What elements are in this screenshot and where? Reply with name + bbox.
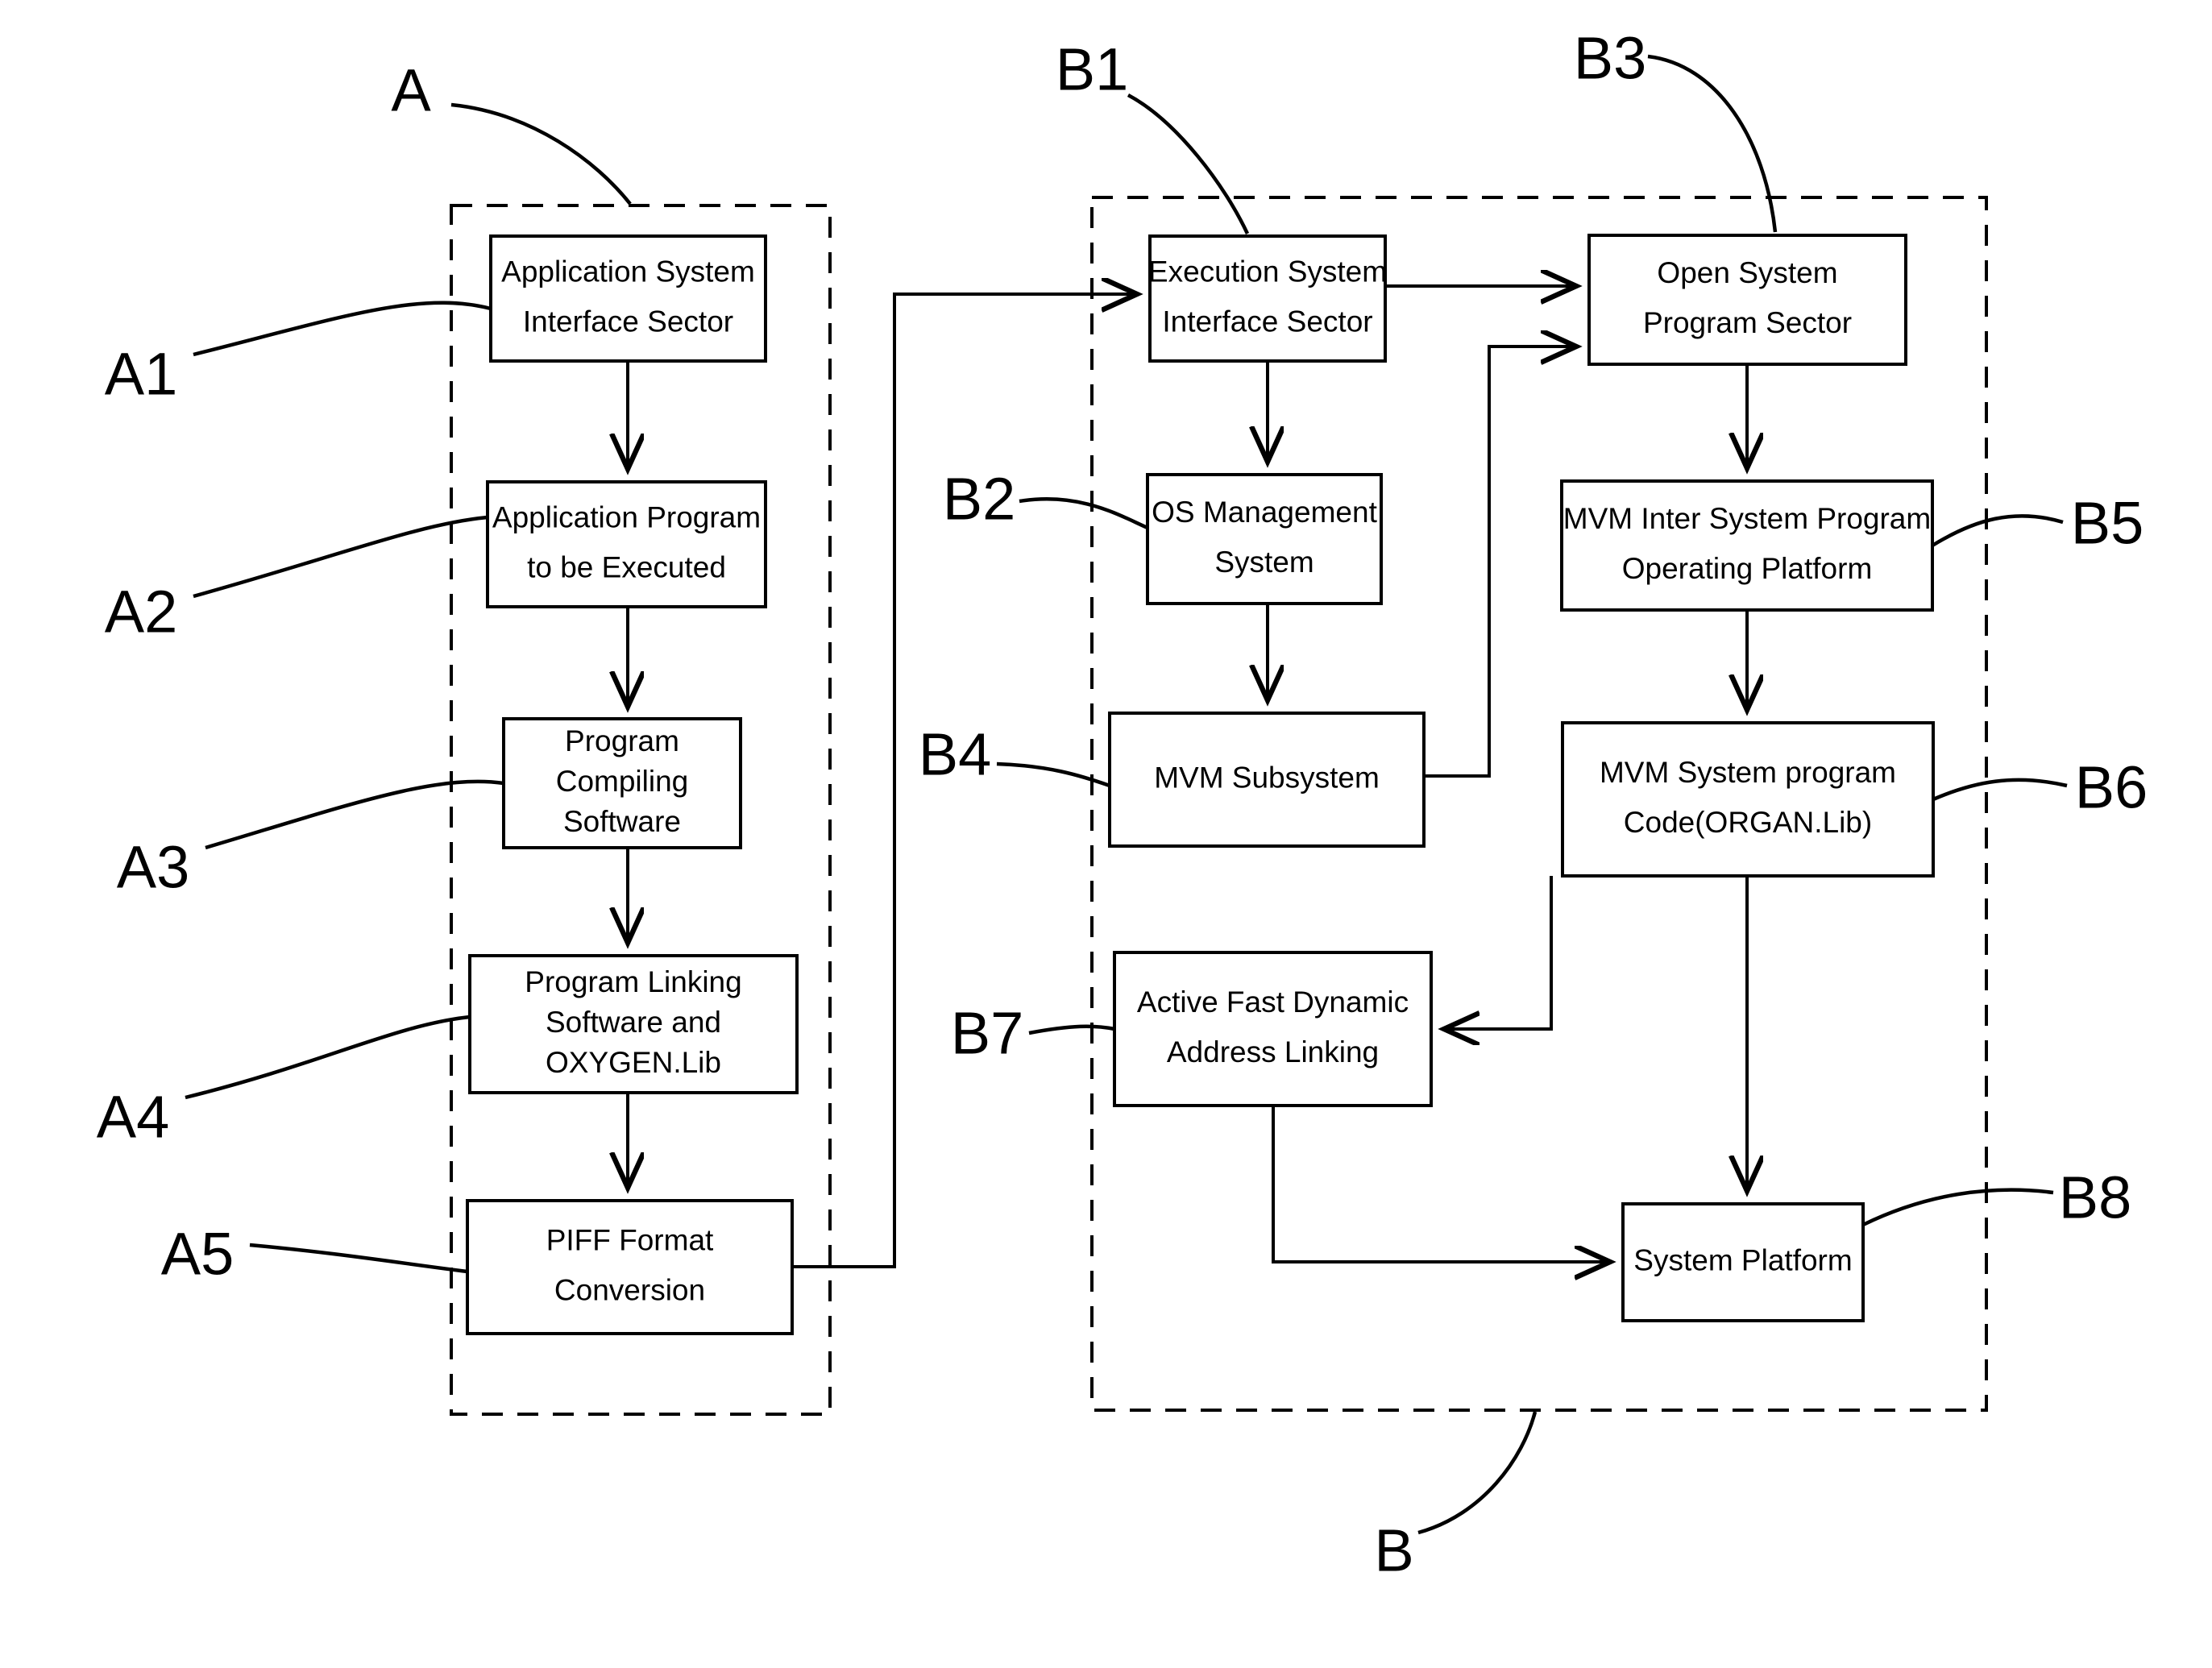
leader-B7-line: [1028, 1024, 1115, 1035]
leader-A3-line: [205, 779, 504, 850]
leader-B1-line: [1127, 93, 1250, 234]
box-b3-line-1: Open System: [1657, 256, 1837, 289]
ref-label-a1: A1: [105, 341, 178, 408]
ref-label-b2: B2: [943, 466, 1016, 533]
box-a2-line-2: to be Executed: [527, 550, 726, 583]
box-a4-line-1: Program Linking: [525, 965, 741, 998]
box-b2[interactable]: [1146, 473, 1383, 605]
ref-label-b6: B6: [2075, 754, 2148, 821]
box-a5-line-2: Conversion: [554, 1273, 705, 1306]
box-b1-line-1: Execution System: [1148, 255, 1387, 288]
ref-label-b3: B3: [1574, 25, 1647, 92]
box-a1-line-2: Interface Sector: [523, 305, 733, 338]
leader-A-line: [450, 102, 632, 205]
connector-b4-to-b3: [1424, 346, 1575, 778]
box-b7-line-2: Address Linking: [1167, 1035, 1379, 1068]
leader-B8-line: [1862, 1188, 2054, 1227]
box-b7[interactable]: [1113, 951, 1433, 1107]
box-b6-line-1: MVM System program: [1600, 756, 1896, 789]
ref-label-b1: B1: [1056, 36, 1129, 103]
box-a1-line-1: Application System: [501, 255, 755, 288]
box-a5-line-1: PIFF Format: [546, 1223, 714, 1256]
box-b5-line-2: Operating Platform: [1622, 552, 1873, 585]
leader-B5-line: [1931, 514, 2064, 547]
box-b5-line-1: MVM Inter System Program: [1563, 502, 1931, 535]
box-a3-line-1: Program: [565, 724, 679, 757]
box-a4-line-3: OXYGEN.Lib: [546, 1046, 721, 1079]
box-b2-line-2: System: [1214, 546, 1314, 579]
box-a4-line-2: Software and: [546, 1006, 721, 1039]
ref-label-b5: B5: [2071, 490, 2144, 557]
leader-B6-line: [1932, 778, 2068, 802]
box-b6[interactable]: [1561, 721, 1935, 878]
patent-diagram: Application System Interface Sector Applic…: [0, 0, 2212, 1668]
box-b3[interactable]: [1587, 234, 1907, 366]
box-b8-line-1: System Platform: [1633, 1243, 1852, 1276]
ref-label-a3: A3: [117, 834, 190, 901]
box-a2-line-1: Application Program: [492, 500, 761, 533]
ref-label-b4: B4: [919, 721, 992, 788]
box-b1-line-2: Interface Sector: [1162, 305, 1372, 338]
box-b2-line-1: OS Management: [1152, 496, 1377, 529]
leader-A4-line: [185, 1014, 471, 1100]
leader-B2-line: [1019, 497, 1148, 530]
box-a3-line-2: Compiling: [556, 765, 689, 798]
connector-b6-to-b7: [1446, 876, 1553, 1029]
connector-b7-to-b8: [1272, 1106, 1608, 1262]
leader-B3-line: [1647, 54, 1778, 233]
leader-B-line: [1417, 1411, 1538, 1535]
ref-label-a4: A4: [97, 1084, 170, 1151]
leader-A1-line: [193, 301, 492, 357]
ref-label-a5: A5: [161, 1221, 234, 1288]
box-b3-line-2: Program Sector: [1643, 306, 1852, 339]
ref-label-a2: A2: [105, 579, 178, 645]
ref-label-b8: B8: [2059, 1164, 2132, 1231]
box-b6-line-2: Code(ORGAN.Lib): [1624, 806, 1872, 839]
ref-label-a: A: [391, 57, 431, 124]
leader-A5-line: [249, 1243, 468, 1274]
box-a3-line-3: Software: [563, 805, 681, 838]
box-b7-line-1: Active Fast Dynamic: [1137, 985, 1409, 1019]
ref-label-b7: B7: [951, 1000, 1024, 1067]
ref-label-b: B: [1374, 1517, 1413, 1584]
flowchart-canvas: Application System Interface Sector Applic…: [97, 25, 2148, 1584]
box-b4-line-1: MVM Subsystem: [1154, 761, 1380, 794]
box-a5[interactable]: [466, 1199, 794, 1335]
leader-A2-line: [193, 515, 488, 599]
box-b5[interactable]: [1560, 479, 1934, 612]
